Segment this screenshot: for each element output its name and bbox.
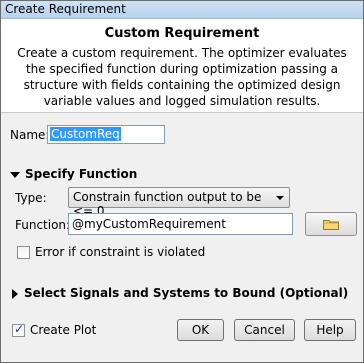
specify-function-section-header[interactable]: Specify Function xyxy=(10,167,137,181)
help-button[interactable]: Help xyxy=(304,319,356,341)
header-title: Custom Requirement xyxy=(104,26,260,41)
function-input-value: @myCustomRequirement xyxy=(72,217,226,231)
expand-down-triangle-icon xyxy=(10,171,20,178)
header-panel: Custom Requirement Create a custom requi… xyxy=(1,19,363,113)
create-plot-label: Create Plot xyxy=(30,323,97,337)
signals-section-header[interactable]: Select Signals and Systems to Bound (Opt… xyxy=(12,286,348,300)
function-input[interactable]: @myCustomRequirement xyxy=(68,213,293,235)
name-label: Name: xyxy=(10,128,50,142)
header-description: Create a custom requirement. The optimiz… xyxy=(17,46,347,108)
function-label: Function: xyxy=(15,218,71,232)
browse-function-button[interactable] xyxy=(305,212,357,236)
error-if-violated-label: Error if constraint is violated xyxy=(35,245,206,259)
ok-button[interactable]: OK xyxy=(177,319,224,341)
name-input[interactable]: CustomReq xyxy=(47,125,165,144)
dropdown-arrow-icon xyxy=(276,196,284,200)
window-title: Create Requirement xyxy=(5,2,126,16)
checkmark-icon: ✓ xyxy=(14,322,25,336)
error-if-violated-checkbox[interactable] xyxy=(17,246,30,259)
folder-icon xyxy=(323,220,339,230)
name-input-value: CustomReq xyxy=(50,127,121,141)
collapsed-right-triangle-icon xyxy=(12,288,18,299)
cancel-button[interactable]: Cancel xyxy=(234,319,295,341)
create-requirement-dialog: Create Requirement Custom Requirement Cr… xyxy=(0,0,364,363)
specify-function-heading: Specify Function xyxy=(25,167,138,181)
type-dropdown[interactable]: Constrain function output to be <= 0 xyxy=(68,187,290,218)
create-plot-checkbox[interactable]: ✓ xyxy=(12,322,25,337)
title-bar: Create Requirement xyxy=(1,1,363,19)
signals-section-heading: Select Signals and Systems to Bound (Opt… xyxy=(24,286,349,300)
type-label: Type: xyxy=(15,191,47,205)
